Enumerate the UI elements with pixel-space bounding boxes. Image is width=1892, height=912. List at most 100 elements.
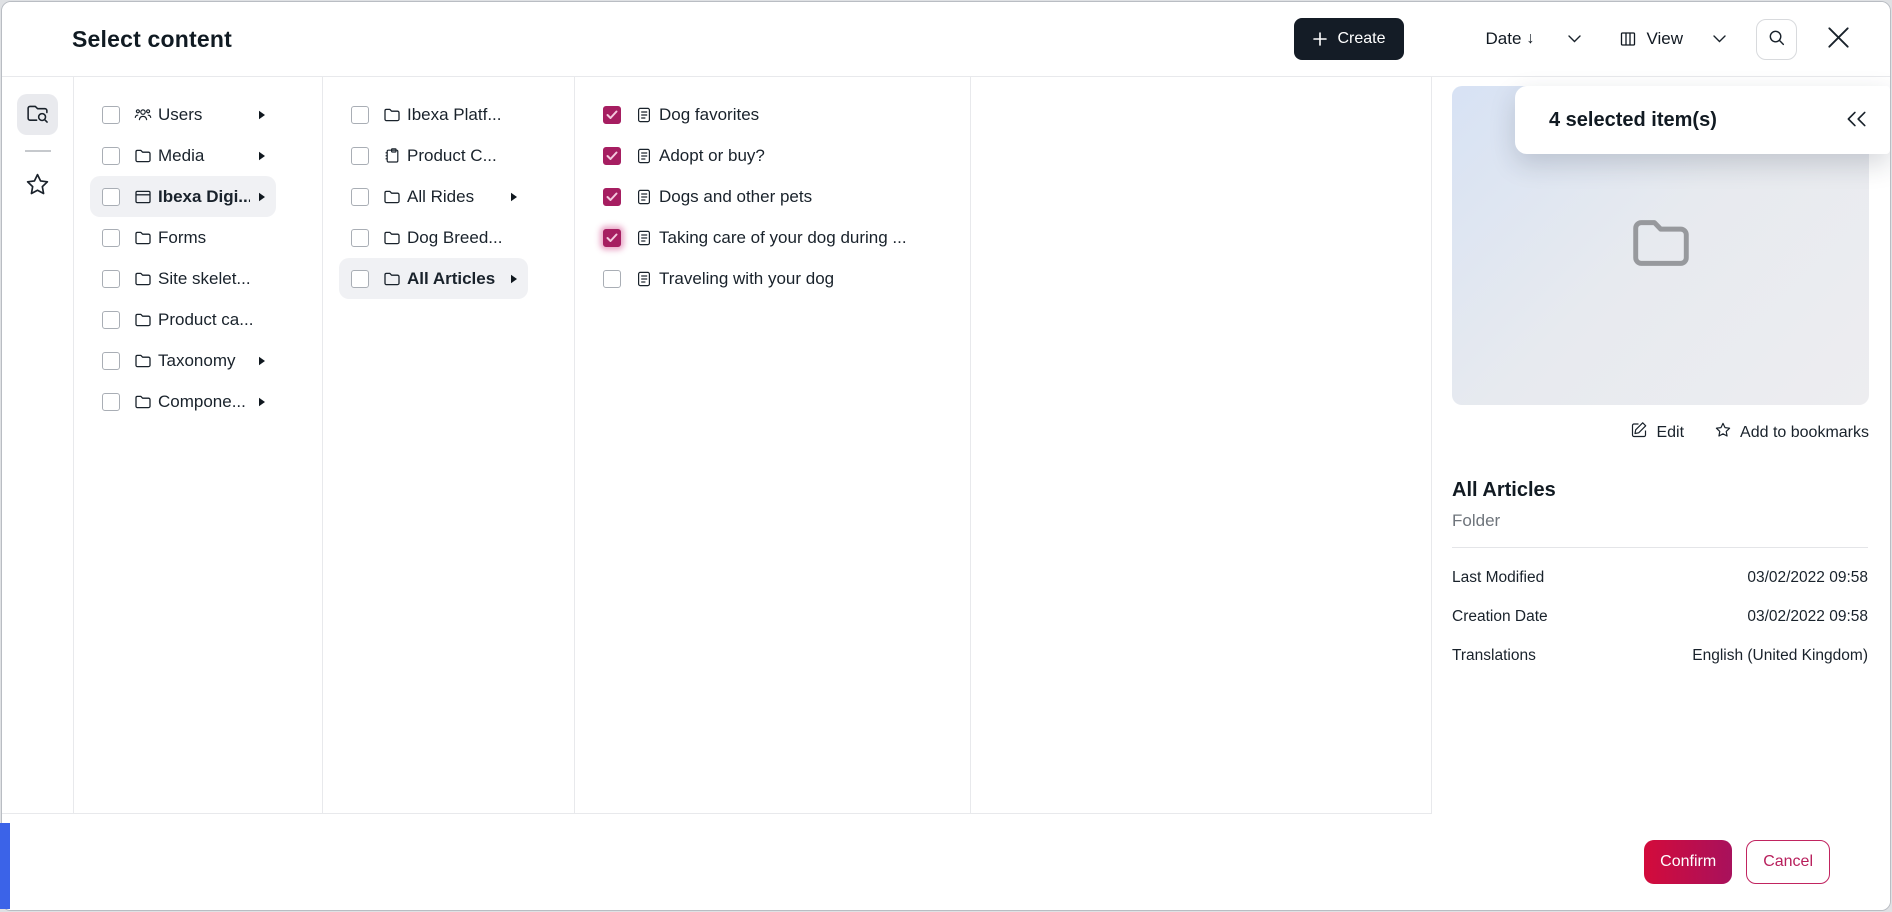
item-checkbox[interactable] xyxy=(351,106,369,124)
folder-search-icon xyxy=(25,101,50,129)
tree-item[interactable]: Product C... xyxy=(339,135,528,176)
item-label: Dogs and other pets xyxy=(659,187,942,207)
modal-footer: Confirm Cancel xyxy=(2,814,1890,910)
item-label: Ibexa Platf... xyxy=(407,105,518,125)
item-label: Compone... xyxy=(158,392,250,412)
tree-item[interactable]: Compone... xyxy=(90,381,276,422)
tree-item[interactable]: Media xyxy=(90,135,276,176)
article-icon xyxy=(635,147,653,165)
header-controls: Create Date ↓ View xyxy=(1294,18,1853,60)
tree-item[interactable]: Adopt or buy? xyxy=(591,135,952,176)
users-icon xyxy=(134,106,152,124)
tree-item[interactable]: Product ca... xyxy=(90,299,276,340)
item-checkbox[interactable] xyxy=(102,147,120,165)
expand-caret-icon[interactable] xyxy=(510,274,518,284)
tree-item[interactable]: Forms xyxy=(90,217,276,258)
item-checkbox[interactable] xyxy=(102,311,120,329)
item-label: Media xyxy=(158,146,250,166)
item-checkbox[interactable] xyxy=(351,188,369,206)
select-content-modal: Select content Create Date ↓ View xyxy=(1,1,1891,911)
expand-caret-icon[interactable] xyxy=(258,397,266,407)
view-label: View xyxy=(1646,29,1683,49)
item-checkbox[interactable] xyxy=(603,147,621,165)
expand-caret-icon[interactable] xyxy=(258,356,266,366)
close-button[interactable] xyxy=(1825,24,1852,54)
tree-item[interactable]: Dog favorites xyxy=(591,94,952,135)
folder-icon xyxy=(1624,206,1698,285)
cancel-button[interactable]: Cancel xyxy=(1746,840,1830,884)
search-button[interactable] xyxy=(1756,19,1797,60)
tree-item[interactable]: Users xyxy=(90,94,276,135)
expand-caret-icon[interactable] xyxy=(510,192,518,202)
tree-column-3: Dog favorites Adopt or buy? Dogs and other… xyxy=(575,77,971,813)
chevron-down-icon xyxy=(1568,35,1581,43)
sort-dropdown[interactable]: Date ↓ xyxy=(1486,29,1582,49)
content-type-label: Folder xyxy=(1452,511,1868,531)
item-label: Ibexa Digi... xyxy=(158,187,250,207)
item-checkbox[interactable] xyxy=(351,147,369,165)
edit-button[interactable]: Edit xyxy=(1630,421,1684,444)
rail-divider xyxy=(25,150,51,152)
folder-icon xyxy=(134,393,152,411)
tree-item[interactable]: Dogs and other pets xyxy=(591,176,952,217)
item-checkbox[interactable] xyxy=(351,270,369,288)
tree-item[interactable]: Taxonomy xyxy=(90,340,276,381)
left-icon-rail xyxy=(2,77,74,814)
item-checkbox[interactable] xyxy=(603,188,621,206)
meta-value: English (United Kingdom) xyxy=(1692,647,1868,665)
article-icon xyxy=(635,188,653,206)
folder-icon xyxy=(383,106,401,124)
item-label: Taxonomy xyxy=(158,351,250,371)
add-to-bookmarks-button[interactable]: Add to bookmarks xyxy=(1714,421,1869,444)
content-tree-columns: Users Media Ibexa Digi... FormsSite skelet.… xyxy=(74,77,1432,814)
folder-icon xyxy=(134,147,152,165)
item-checkbox[interactable] xyxy=(603,270,621,288)
item-label: Users xyxy=(158,105,250,125)
panel-divider xyxy=(1452,547,1868,548)
item-checkbox[interactable] xyxy=(102,106,120,124)
bookmarks-tab-button[interactable] xyxy=(17,165,58,206)
collapse-panel-button[interactable] xyxy=(1842,109,1870,132)
star-icon xyxy=(1714,421,1732,444)
item-checkbox[interactable] xyxy=(102,270,120,288)
add-to-bookmarks-label: Add to bookmarks xyxy=(1740,424,1869,442)
tree-item[interactable]: Taking care of your dog during ... xyxy=(591,217,952,258)
expand-caret-icon[interactable] xyxy=(258,151,266,161)
expand-caret-icon[interactable] xyxy=(258,192,266,202)
item-checkbox[interactable] xyxy=(603,229,621,247)
plus-icon xyxy=(1312,31,1328,47)
item-label: Dog favorites xyxy=(659,105,942,125)
tree-item[interactable]: Site skelet... xyxy=(90,258,276,299)
meta-label: Last Modified xyxy=(1452,569,1544,587)
tree-item[interactable]: Ibexa Digi... xyxy=(90,176,276,217)
content-title: All Articles xyxy=(1452,479,1868,502)
meta-row-last-modified: Last Modified 03/02/2022 09:58 xyxy=(1452,569,1868,587)
view-dropdown[interactable]: View xyxy=(1619,29,1726,49)
item-checkbox[interactable] xyxy=(102,393,120,411)
item-checkbox[interactable] xyxy=(102,188,120,206)
item-checkbox[interactable] xyxy=(351,229,369,247)
browse-tab-button[interactable] xyxy=(17,94,58,135)
item-checkbox[interactable] xyxy=(102,352,120,370)
tree-item[interactable]: Traveling with your dog xyxy=(591,258,952,299)
tree-item[interactable]: All Rides xyxy=(339,176,528,217)
page-title: Select content xyxy=(72,26,232,53)
article-icon xyxy=(635,106,653,124)
create-button[interactable]: Create xyxy=(1294,18,1404,60)
item-checkbox[interactable] xyxy=(603,106,621,124)
confirm-button[interactable]: Confirm xyxy=(1644,840,1732,884)
search-icon xyxy=(1767,28,1786,50)
folder-icon xyxy=(134,311,152,329)
selected-count-label: 4 selected item(s) xyxy=(1549,109,1842,132)
item-checkbox[interactable] xyxy=(102,229,120,247)
tree-item[interactable]: Ibexa Platf... xyxy=(339,94,528,135)
close-icon xyxy=(1825,24,1852,54)
expand-caret-icon[interactable] xyxy=(258,110,266,120)
tree-item[interactable]: Dog Breed... xyxy=(339,217,528,258)
folder-icon xyxy=(134,270,152,288)
tree-item[interactable]: All Articles xyxy=(339,258,528,299)
article-icon xyxy=(635,229,653,247)
tree-column-1: Users Media Ibexa Digi... FormsSite skelet.… xyxy=(74,77,323,813)
item-label: Product C... xyxy=(407,146,518,166)
item-label: Traveling with your dog xyxy=(659,269,942,289)
